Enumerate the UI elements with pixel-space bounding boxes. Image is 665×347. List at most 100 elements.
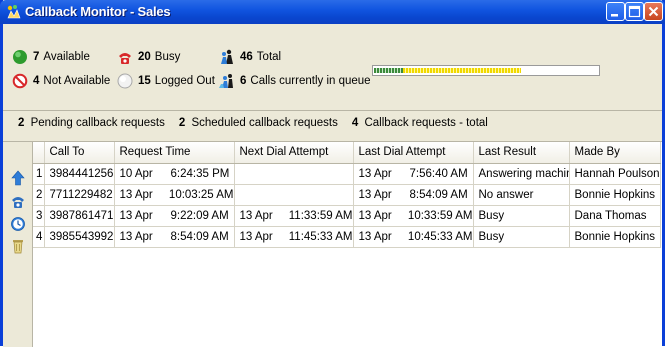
made-by-cell: Dana Thomas (569, 205, 661, 227)
divider (3, 110, 662, 111)
callback-grid-area: Call To Request Time Next Dial Attempt L… (3, 141, 662, 347)
call-to-cell: 3985543992 (44, 226, 115, 248)
request-date: 10 Apr (119, 167, 153, 180)
not-available-label: Not Available (43, 75, 111, 87)
logged-out-count: 15 (138, 75, 151, 87)
call-to-cell: 3987861471 (44, 205, 115, 227)
last-dial-attempt-cell: 13 Apr 7:56:40 AM (353, 163, 474, 185)
next-dial-time: 11:45:33 AM (288, 230, 353, 243)
table-row[interactable]: 1 3984441256 10 Apr 6:24:35 PM 13 Apr 7:56:40… (33, 163, 661, 185)
people-icon (221, 49, 233, 64)
action-toolbar (3, 142, 33, 347)
last-dial-attempt-cell: 13 Apr 8:54:09 AM (353, 184, 474, 206)
next-dial-date: 13 Apr (239, 230, 273, 243)
last-dial-date: 13 Apr (358, 167, 392, 180)
next-dial-attempt-cell: 13 Apr 11:33:59 AM (234, 205, 354, 227)
grey-circle-icon (117, 73, 133, 89)
callback-monitor-icon (7, 5, 21, 19)
maximize-icon (628, 5, 641, 18)
queue-count: 6 (240, 75, 247, 87)
request-time-cell: 10 Apr 6:24:35 PM (114, 163, 235, 185)
request-date: 13 Apr (119, 188, 153, 201)
request-time: 10:03:25 AM (168, 188, 234, 201)
trash-icon[interactable] (10, 238, 26, 254)
made-by-cell: Bonnie Hopkins (569, 226, 661, 248)
not-available-count: 4 (33, 75, 40, 87)
callback-monitor-window: Callback Monitor - Sales 7 Available 20 … (0, 0, 665, 347)
request-time: 9:22:09 AM (170, 209, 229, 222)
stat-busy: 20 Busy (117, 49, 180, 65)
column-header-call-to[interactable]: Call To (44, 142, 115, 164)
minimize-icon (611, 14, 618, 17)
green-circle-icon (13, 50, 27, 64)
available-label: Available (43, 51, 90, 63)
next-dial-attempt-cell: 13 Apr 11:45:33 AM (234, 226, 354, 248)
column-header-request-time[interactable]: Request Time (114, 142, 235, 164)
made-by-cell: Hannah Poulson (569, 163, 661, 185)
call-to-cell: 7711229482 (44, 184, 115, 206)
table-row[interactable]: 3 3987861471 13 Apr 9:22:09 AM 13 Apr 11:33:5… (33, 205, 661, 227)
clock-icon[interactable] (10, 216, 26, 232)
last-dial-date: 13 Apr (358, 230, 392, 243)
summary-pending: 2 Pending callback requests (18, 117, 165, 129)
title-bar[interactable]: Callback Monitor - Sales (0, 0, 665, 24)
close-button[interactable] (644, 2, 663, 21)
last-dial-attempt-cell: 13 Apr 10:33:59 AM (353, 205, 474, 227)
maximize-button[interactable] (625, 2, 644, 21)
last-dial-time: 7:56:40 AM (409, 167, 468, 180)
callback-summary: 2 Pending callback requests 2 Scheduled … (18, 117, 502, 129)
column-header-last-dial-attempt[interactable]: Last Dial Attempt (353, 142, 474, 164)
stat-queue: 6 Calls currently in queue (219, 73, 371, 89)
row-number-cell: 4 (33, 226, 45, 248)
queue-bar-green-segment (374, 68, 403, 73)
move-up-icon[interactable] (10, 170, 26, 186)
callback-phone-icon[interactable] (10, 194, 26, 210)
last-result-cell: Busy (473, 205, 570, 227)
callback-table: Call To Request Time Next Dial Attempt L… (33, 142, 661, 248)
made-by-cell: Bonnie Hopkins (569, 184, 661, 206)
table-row[interactable]: 4 3985543992 13 Apr 8:54:09 AM 13 Apr 11:45:3… (33, 226, 661, 248)
row-number-cell: 2 (33, 184, 45, 206)
last-result-cell: Answering machine (473, 163, 570, 185)
request-date: 13 Apr (119, 209, 153, 222)
total-label: Total (256, 51, 282, 63)
request-time: 6:24:35 PM (170, 167, 230, 180)
last-dial-date: 13 Apr (358, 188, 392, 201)
row-number-cell: 3 (33, 205, 45, 227)
request-time: 8:54:09 AM (170, 230, 229, 243)
busy-label: Busy (154, 51, 181, 63)
queue-bar-yellow-segment (403, 68, 521, 73)
column-header-next-dial-attempt[interactable]: Next Dial Attempt (234, 142, 354, 164)
request-date: 13 Apr (119, 230, 153, 243)
queue-people-icon (219, 74, 233, 88)
last-dial-date: 13 Apr (358, 209, 392, 222)
request-time-cell: 13 Apr 10:03:25 AM (114, 184, 235, 206)
summary-total: 4 Callback requests - total (351, 117, 488, 129)
queue-progress-bar (372, 65, 600, 76)
column-header-row-number[interactable] (33, 142, 45, 164)
minimize-button[interactable] (606, 2, 625, 21)
busy-phone-icon (119, 53, 131, 64)
summary-scheduled: 2 Scheduled callback requests (178, 117, 338, 129)
table-header-row: Call To Request Time Next Dial Attempt L… (33, 142, 661, 164)
column-header-made-by[interactable]: Made By (569, 142, 661, 164)
next-dial-attempt-cell (234, 184, 354, 206)
last-result-cell: No answer (473, 184, 570, 206)
stat-not-available: 4 Not Available (12, 73, 110, 89)
stat-total: 46 Total (219, 49, 281, 65)
table-row[interactable]: 2 7711229482 13 Apr 10:03:25 AM 13 Apr 8:54:0… (33, 184, 661, 206)
close-icon (648, 6, 659, 17)
row-number-cell: 1 (33, 163, 45, 185)
last-dial-time: 10:33:59 AM (407, 209, 473, 222)
stat-logged-out: 15 Logged Out (117, 73, 215, 89)
queue-label: Calls currently in queue (250, 75, 371, 87)
request-time-cell: 13 Apr 9:22:09 AM (114, 205, 235, 227)
next-dial-date: 13 Apr (239, 209, 273, 222)
last-dial-time: 8:54:09 AM (409, 188, 468, 201)
total-count: 46 (240, 51, 253, 63)
last-dial-time: 10:45:33 AM (407, 230, 473, 243)
status-panel: 7 Available 20 Busy 46 Total 4 Not Avail… (3, 24, 662, 100)
column-header-last-result[interactable]: Last Result (473, 142, 570, 164)
request-time-cell: 13 Apr 8:54:09 AM (114, 226, 235, 248)
available-count: 7 (33, 51, 40, 63)
